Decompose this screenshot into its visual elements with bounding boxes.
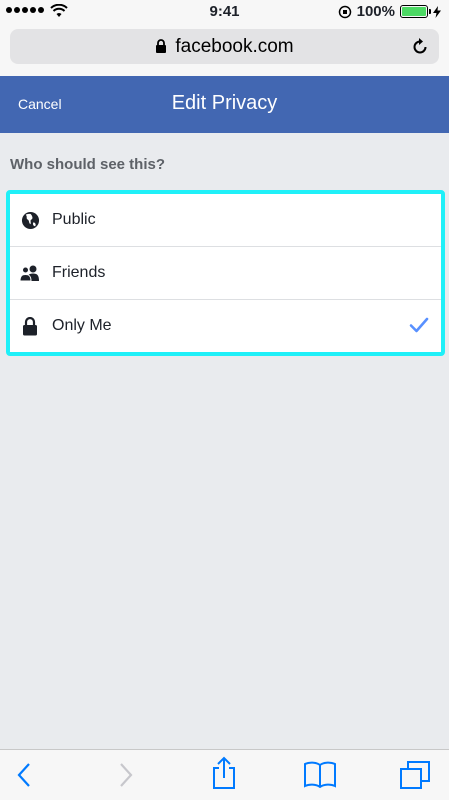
- privacy-options-list: Public Friends Only Me: [6, 190, 445, 356]
- share-icon[interactable]: [211, 756, 237, 790]
- nav-header: Cancel Edit Privacy: [0, 76, 449, 133]
- page-title: Edit Privacy: [171, 92, 278, 114]
- option-only-me[interactable]: Only Me: [10, 300, 441, 352]
- browser-address-area: facebook.com: [0, 24, 449, 76]
- address-bar[interactable]: facebook.com: [10, 29, 439, 64]
- browser-toolbar: [0, 749, 449, 800]
- back-icon[interactable]: [16, 762, 32, 788]
- option-public[interactable]: Public: [10, 194, 441, 247]
- option-label: Only Me: [52, 317, 112, 334]
- option-label: Public: [52, 211, 96, 228]
- url-text: facebook.com: [175, 35, 294, 57]
- option-friends[interactable]: Friends: [10, 247, 441, 300]
- lock-icon: [156, 39, 167, 53]
- forward-icon[interactable]: [118, 762, 134, 788]
- lock-icon: [20, 316, 40, 336]
- battery-icon: [400, 5, 431, 18]
- charging-icon: [433, 5, 441, 18]
- checkmark-icon: [409, 317, 429, 333]
- battery-percentage: 100%: [356, 3, 395, 20]
- tabs-icon[interactable]: [399, 760, 431, 790]
- status-bar: 9:41 100%: [0, 0, 449, 24]
- section-prompt: Who should see this?: [10, 156, 166, 173]
- orientation-lock-icon: [338, 5, 351, 18]
- globe-icon: [20, 210, 40, 230]
- bookmarks-icon[interactable]: [303, 760, 337, 788]
- friends-icon: [20, 263, 40, 283]
- reload-icon[interactable]: [411, 37, 429, 57]
- option-label: Friends: [52, 264, 106, 281]
